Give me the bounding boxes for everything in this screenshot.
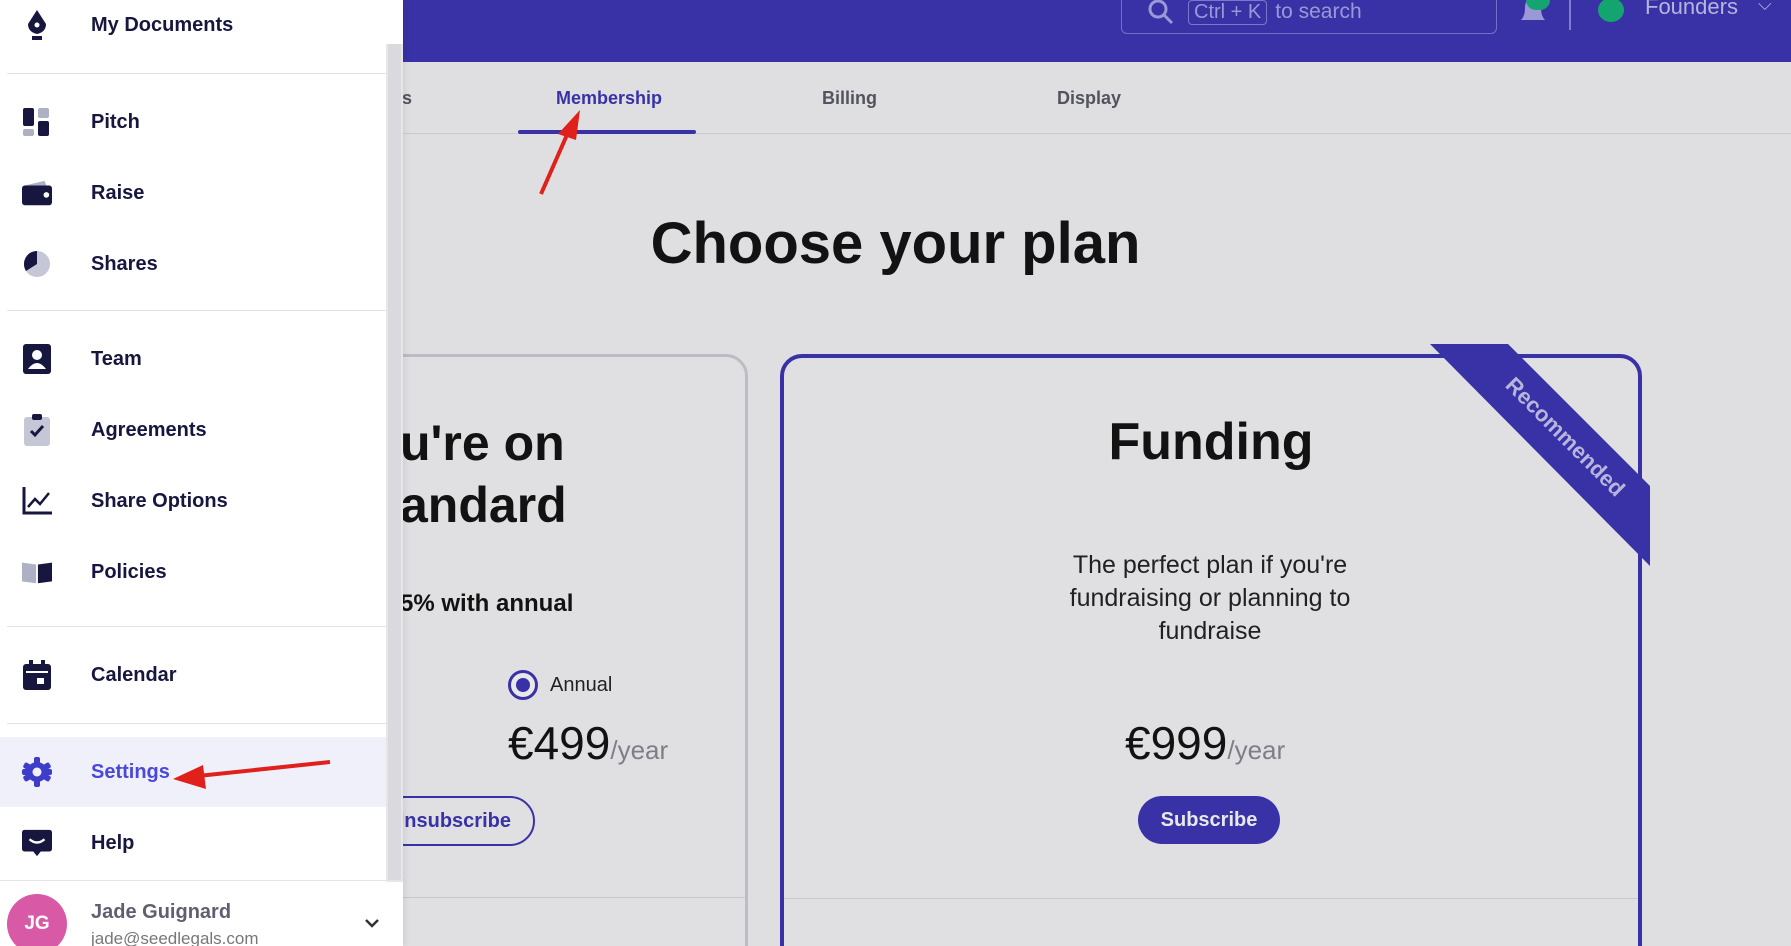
arrow-to-membership-tab [539, 110, 580, 195]
arrow-to-settings [173, 760, 331, 789]
annotation-arrows [173, 110, 580, 789]
